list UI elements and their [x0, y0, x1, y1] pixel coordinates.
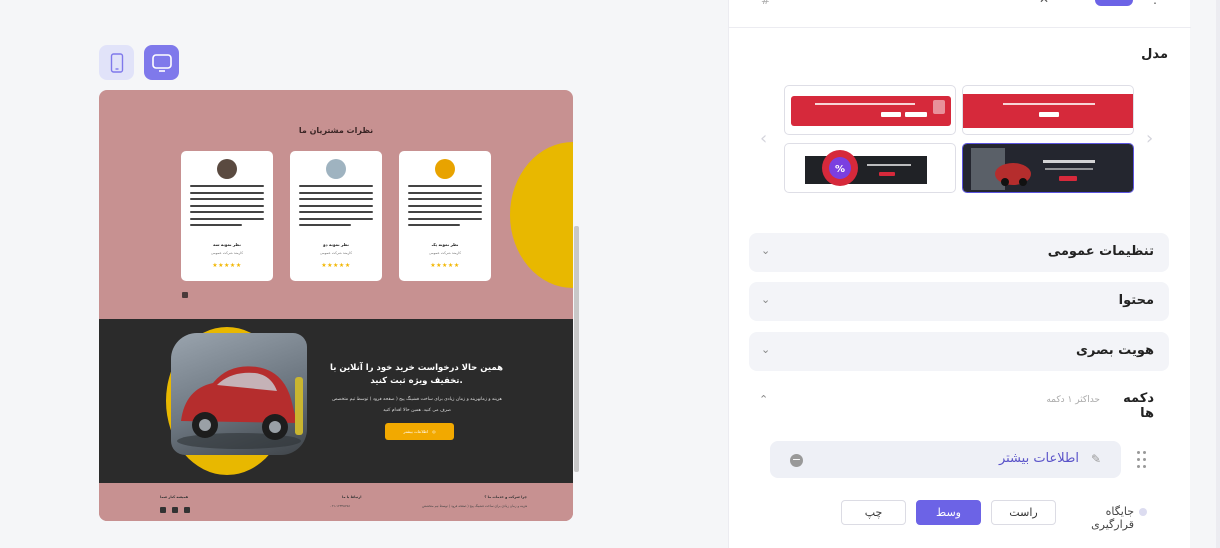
accordion-visual-identity[interactable]: هویت بصری ⌄: [749, 332, 1169, 371]
footer-col2-text: ۰۲۱-۱۲۳۴۵۶۷۸: [330, 504, 350, 508]
footer-col3-title: همیشه کنار شما: [160, 495, 189, 499]
footer-col1-title: چرا شرکت و خدمات ما ؟: [484, 495, 527, 499]
preview-footer: چرا شرکت و خدمات ما ؟ هزینه و زمان زیادی…: [99, 483, 573, 521]
promo-title: همین حالا درخواست خرید خود را آنلاین با …: [330, 363, 503, 386]
button-item-row[interactable]: − اطلاعات بیشتر ✎: [770, 441, 1121, 478]
preview-scrollbar[interactable]: [574, 226, 579, 472]
chevron-down-icon: ⌄: [761, 343, 771, 356]
model-label: مدل: [1141, 47, 1168, 62]
template-thumb-red-full[interactable]: [962, 85, 1134, 135]
testimonial-text: [299, 185, 373, 231]
rating-stars: ★★★★★: [212, 262, 242, 269]
mobile-view-button[interactable]: [99, 45, 134, 80]
twitter-icon[interactable]: [184, 507, 190, 513]
preview-frame: نظرات مشتریان ما نظر نمونه سه کارمند شرک…: [99, 90, 573, 521]
accordion-label: محتوا: [1118, 293, 1154, 308]
accordion-general-settings[interactable]: تنظیمات عمومی ⌄: [749, 233, 1169, 272]
avatar: [435, 159, 455, 179]
position-center-button[interactable]: وسط: [916, 500, 981, 525]
position-right-button[interactable]: راست: [991, 500, 1056, 525]
testimonial-role: کارمند شرکت عمومی: [319, 251, 353, 255]
panel-scrollbar[interactable]: [1216, 0, 1220, 548]
accordion-content[interactable]: محتوا ⌄: [749, 282, 1169, 321]
pencil-icon[interactable]: ✎: [1091, 452, 1101, 466]
avatar: [326, 159, 346, 179]
testimonial-text: [190, 185, 264, 231]
more-icon[interactable]: ⋮: [1149, 0, 1161, 6]
promo-button-label: اطلاعات بیشتر: [403, 429, 429, 434]
chevron-left-icon[interactable]: ‹: [760, 128, 767, 149]
testimonial-card: نظر نمونه دو کارمند شرکت عمومی ★★★★★: [290, 151, 382, 281]
testimonial-name: نظر نمونه دو: [323, 242, 349, 247]
accordion-label: هویت بصری: [1075, 343, 1154, 358]
svg-text:%: %: [835, 164, 845, 175]
desktop-view-button[interactable]: [144, 45, 179, 80]
testimonial-role: کارمند شرکت عمومی: [210, 251, 244, 255]
testimonial-name: نظر نمونه سه: [213, 242, 241, 247]
close-icon[interactable]: ✕: [1039, 0, 1049, 6]
chevron-right-icon[interactable]: ›: [1146, 128, 1153, 149]
chevron-down-icon: ⌄: [761, 293, 771, 306]
slider-dot[interactable]: [182, 292, 188, 298]
footer-col1-text: هزینه و زمان زیادی برای ساخت فشینگ پیج (…: [422, 504, 527, 508]
testimonial-text: [408, 185, 482, 231]
visibility-toggle[interactable]: [1095, 0, 1133, 6]
social-icon[interactable]: [160, 507, 166, 513]
position-label: جایگاه قرارگیری: [1091, 505, 1134, 531]
buttons-section-subtitle: حداکثر ۱ دکمه: [1046, 395, 1100, 405]
remove-icon[interactable]: −: [790, 454, 803, 467]
decorative-circle: [510, 142, 573, 288]
template-thumb-red-boxed[interactable]: [784, 85, 956, 135]
drag-handle-icon[interactable]: [1136, 451, 1148, 471]
mobile-icon: [110, 52, 123, 73]
template-thumb-car-dark[interactable]: [962, 143, 1134, 193]
buttons-section-title: دکمه ها: [1123, 391, 1154, 421]
footer-col2-title: ارتباط با ما: [342, 495, 362, 499]
preview-area: نظرات مشتریان ما نظر نمونه سه کارمند شرک…: [0, 0, 728, 548]
monitor-icon: [151, 53, 172, 72]
testimonial-card: نظر نمونه سه کارمند شرکت عمومی ★★★★★: [181, 151, 273, 281]
button-item-label: اطلاعات بیشتر: [998, 451, 1079, 466]
testimonial-card: نظر نمونه یک کارمند شرکت عمومی ★★★★★: [399, 151, 491, 281]
testimonial-role: کارمند شرکت عمومی: [428, 251, 462, 255]
accordion-label: تنظیمات عمومی: [1047, 244, 1154, 259]
avatar: [217, 159, 237, 179]
promo-more-info-button[interactable]: اطلاعات بیشتر ◎: [385, 423, 454, 440]
rating-stars: ★★★★★: [321, 262, 351, 269]
instagram-icon[interactable]: [172, 507, 178, 513]
template-thumb-sale-dark[interactable]: %: [784, 143, 956, 193]
panel-header: # ✕ ▾ ⋮: [729, 0, 1191, 28]
car-image: [171, 333, 307, 455]
chevron-down-icon[interactable]: ▾: [1067, 0, 1072, 1]
promo-text: هزینه و زمانهزینه و زمان زیادی برای ساخت…: [332, 397, 502, 413]
arrow-icon: ◎: [432, 429, 436, 434]
hash-icon: #: [761, 0, 771, 7]
chevron-down-icon: ⌄: [761, 244, 771, 257]
rating-stars: ★★★★★: [430, 262, 460, 269]
chevron-up-icon[interactable]: ⌃: [759, 393, 768, 406]
promo-section: همین حالا درخواست خرید خود را آنلاین با …: [99, 319, 573, 483]
testimonial-name: نظر نمونه یک: [431, 242, 459, 247]
position-left-button[interactable]: چپ: [841, 500, 906, 525]
testimonials-title: نظرات مشتریان ما: [298, 126, 374, 135]
position-indicator: [1139, 508, 1147, 516]
